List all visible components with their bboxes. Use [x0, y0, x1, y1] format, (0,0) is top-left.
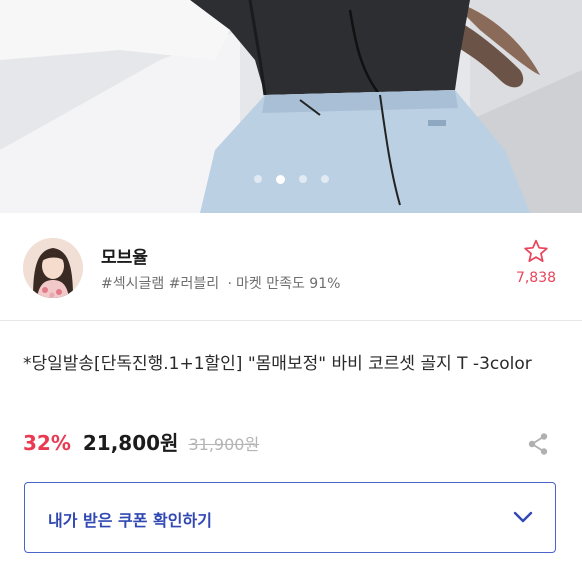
- star-outline-icon: [514, 239, 558, 264]
- shop-meta: #섹시글램 #러블리 · 마켓 만족도 91%: [101, 273, 340, 293]
- favorite-button[interactable]: 7,838: [514, 239, 558, 286]
- market-satisfaction: 마켓 만족도 91%: [236, 276, 341, 292]
- shop-avatar[interactable]: [23, 238, 83, 298]
- shop-name[interactable]: 모브율: [101, 243, 148, 268]
- carousel-dot[interactable]: [298, 175, 307, 183]
- shop-info[interactable]: 모브율 #섹시글램 #러블리 · 마켓 만족도 91% 7,838: [0, 213, 582, 321]
- product-title: *당일발송[단독진행.1+1할인] "몸매보정" 바비 코르셋 골지 T -3c…: [23, 354, 532, 374]
- chevron-down-icon: [513, 509, 533, 528]
- coupon-label: 내가 받은 쿠폰 확인하기: [48, 511, 212, 530]
- shop-tag[interactable]: #러블리: [169, 276, 219, 292]
- favorite-count: 7,838: [515, 270, 557, 286]
- share-icon[interactable]: [527, 432, 549, 460]
- discount-rate: 32%: [23, 431, 71, 455]
- carousel-dot[interactable]: [320, 175, 329, 183]
- carousel-pagination: [0, 174, 582, 184]
- price-row: 32% 21,800원 31,900원: [23, 427, 259, 456]
- coupon-check-button[interactable]: 내가 받은 쿠폰 확인하기: [24, 482, 556, 553]
- original-price: 31,900원: [188, 435, 260, 454]
- sale-price: 21,800원: [82, 431, 179, 455]
- product-image-carousel[interactable]: [0, 0, 582, 213]
- meta-separator: ·: [227, 276, 232, 292]
- carousel-dot-active[interactable]: [275, 174, 285, 184]
- carousel-dot[interactable]: [253, 175, 262, 183]
- shop-tag[interactable]: #섹시글램: [101, 276, 164, 292]
